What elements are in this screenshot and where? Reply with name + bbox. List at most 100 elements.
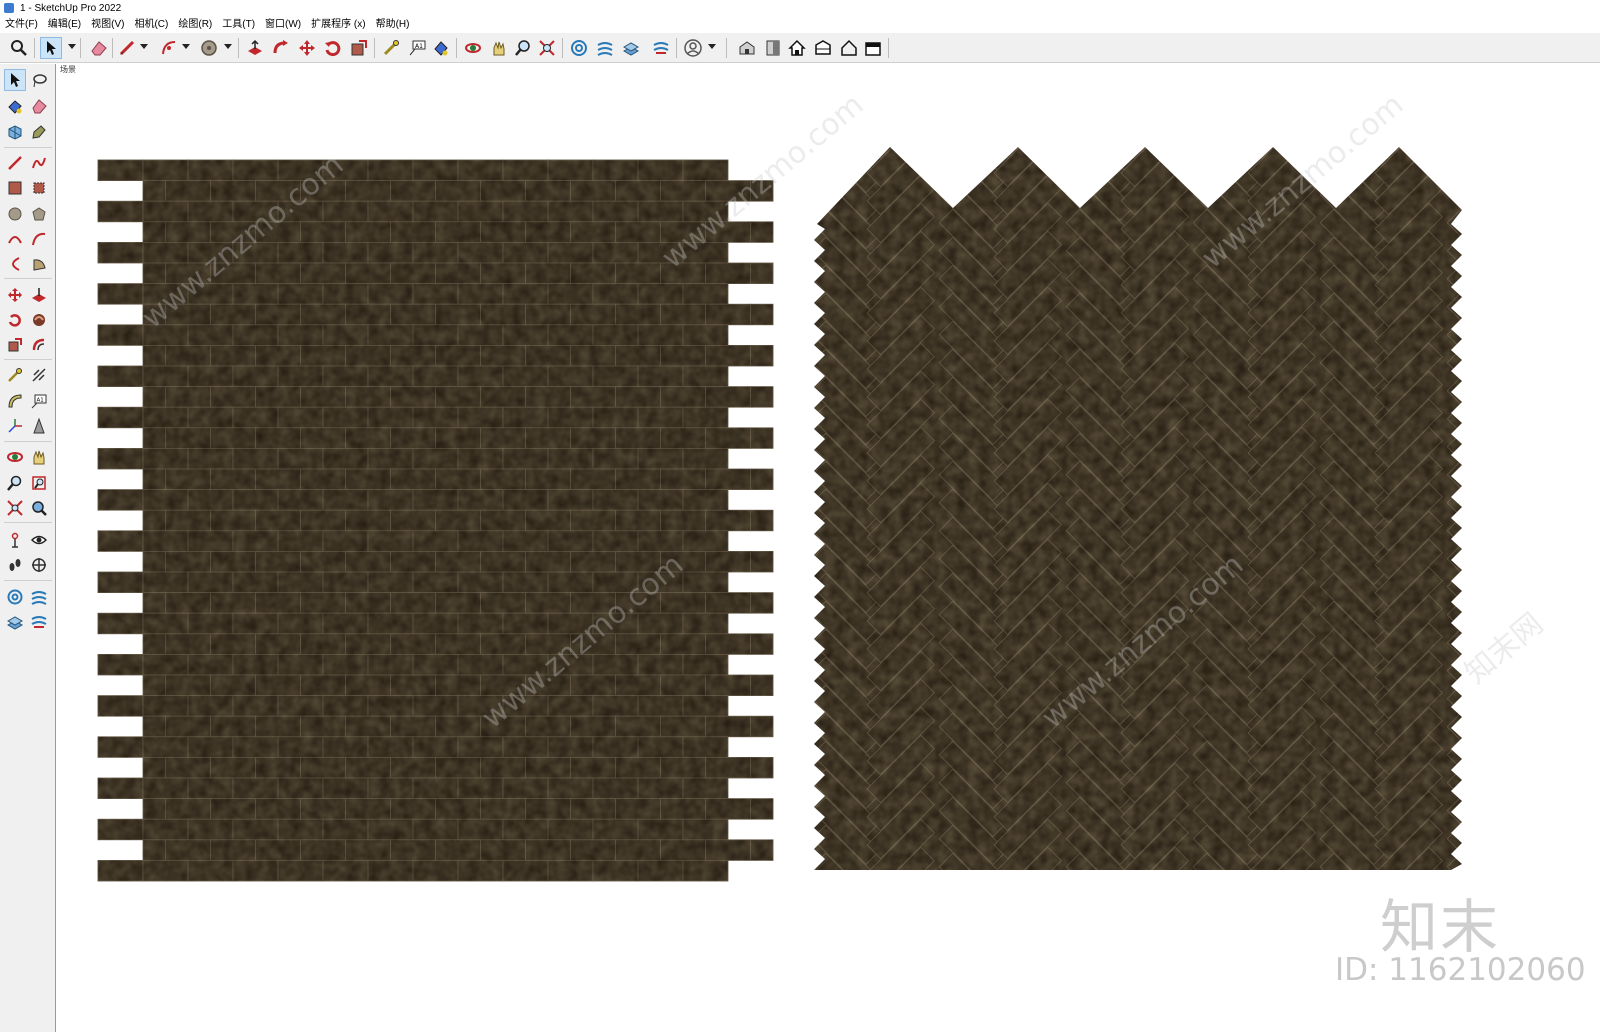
menu-draw[interactable]: 绘图(R) [173,16,217,33]
herringbone-tile [1574,125,1600,192]
extension-icon[interactable] [762,37,784,59]
warehouse-icon[interactable] [736,37,758,59]
rotated-rectangle-icon[interactable] [28,177,50,199]
herringbone-tile [1066,881,1133,948]
orbit-tool-icon[interactable] [4,446,26,468]
herringbone-tile-panel [814,64,1600,976]
sandbox-contours-icon[interactable] [4,586,26,608]
menu-file[interactable]: 文件(F) [0,16,43,33]
menu-edit[interactable]: 编辑(E) [43,16,86,33]
paint-bucket-tool-icon[interactable] [4,95,26,117]
paint-bucket-icon[interactable] [430,37,452,59]
text-tool-icon[interactable]: A1 [28,390,50,412]
sandbox-icon[interactable] [568,37,590,59]
pencil-icon[interactable] [116,37,138,59]
eraser-tool-icon[interactable] [28,95,50,117]
two-point-arc-icon[interactable] [28,228,50,250]
menu-window[interactable]: 窗口(W) [260,16,306,33]
polygon-icon[interactable] [28,203,50,225]
export-icon[interactable] [862,37,884,59]
protractor-icon[interactable] [4,390,26,412]
arc-icon[interactable] [158,37,180,59]
menu-tools[interactable]: 工具(T) [217,16,260,33]
follow-me-icon[interactable] [270,37,292,59]
herringbone-tile [1193,909,1260,976]
rotate-icon[interactable] [322,37,344,59]
look-around-icon[interactable] [28,529,50,551]
menu-camera[interactable]: 相机(C) [129,16,173,33]
previous-view-icon[interactable] [28,497,50,519]
move-icon[interactable] [296,37,318,59]
menu-view[interactable]: 视图(V) [86,16,129,33]
house-outline-icon[interactable] [838,37,860,59]
position-camera-icon[interactable] [4,529,26,551]
herringbone-tile [1502,287,1569,354]
arc-dropdown-icon[interactable] [182,44,190,49]
3d-text-icon[interactable] [28,415,50,437]
push-pull-tool-icon[interactable] [28,284,50,306]
menu-extensions[interactable]: 扩展程序 (x) [306,16,370,33]
herringbone-tile [1193,64,1260,108]
dimension-icon[interactable] [28,364,50,386]
offset-icon[interactable] [28,334,50,356]
sandbox-drape-icon[interactable] [28,611,50,633]
scale-tool-icon[interactable] [4,334,26,356]
drawing-viewport[interactable]: 场景 www.znzmo.com www.znzmo.com www.znzmo… [57,64,1600,1032]
herringbone-tile [1574,461,1600,528]
orbit-icon[interactable] [462,37,484,59]
user-dropdown-icon[interactable] [708,44,716,49]
select-dropdown-icon[interactable] [68,44,76,49]
circle-dropdown-icon[interactable] [224,44,232,49]
zoom-extents-tool-icon[interactable] [4,497,26,519]
select-icon[interactable] [40,37,62,59]
section-plane-icon[interactable] [28,554,50,576]
share-icon[interactable] [812,37,834,59]
herringbone-tile [1502,203,1569,270]
line-tool-icon[interactable] [4,152,26,174]
circle-tool-icon[interactable] [4,203,26,225]
user-icon[interactable] [682,37,704,59]
lasso-icon[interactable] [28,69,50,91]
three-point-arc-icon[interactable] [4,253,26,275]
select-tool-icon[interactable] [4,69,26,91]
zoom-extents-icon[interactable] [536,37,558,59]
herringbone-tile [1574,64,1600,108]
text-icon[interactable]: A1 [406,37,428,59]
herringbone-tile [1574,769,1600,836]
tape-tool-icon[interactable] [4,364,26,386]
pie-icon[interactable] [28,253,50,275]
axes-icon[interactable] [4,415,26,437]
push-pull-icon[interactable] [244,37,266,59]
tape-measure-icon[interactable] [380,37,402,59]
home-icon[interactable] [786,37,808,59]
move-tool-icon[interactable] [4,284,26,306]
zoom-icon[interactable] [512,37,534,59]
herringbone-tile [1502,707,1569,774]
eraser-icon[interactable] [88,37,110,59]
scale-icon[interactable] [348,37,370,59]
drape-icon[interactable] [650,37,672,59]
stamp-icon[interactable] [620,37,642,59]
follow-me-tool-icon[interactable] [28,309,50,331]
zoom-window-icon[interactable] [28,472,50,494]
circle-icon[interactable] [198,37,220,59]
rotate-tool-icon[interactable] [4,309,26,331]
tag-icon[interactable] [28,121,50,143]
pencil-dropdown-icon[interactable] [140,44,148,49]
pan-tool-icon[interactable] [28,446,50,468]
herringbone-tile [1574,853,1600,920]
smoove-icon[interactable] [594,37,616,59]
menu-help[interactable]: 帮助(H) [371,16,415,33]
sandbox-smoove-icon[interactable] [28,586,50,608]
sandbox-stamp-icon[interactable] [4,611,26,633]
pan-icon[interactable] [488,37,510,59]
component-icon[interactable] [4,121,26,143]
walk-icon[interactable] [4,554,26,576]
zoom-tool-icon[interactable] [4,472,26,494]
rectangle-icon[interactable] [4,177,26,199]
arc-tool-icon[interactable] [4,228,26,250]
search-icon[interactable] [8,37,30,59]
herringbone-tile [1574,713,1600,780]
herringbone-tile [1574,209,1600,276]
freehand-icon[interactable] [28,152,50,174]
